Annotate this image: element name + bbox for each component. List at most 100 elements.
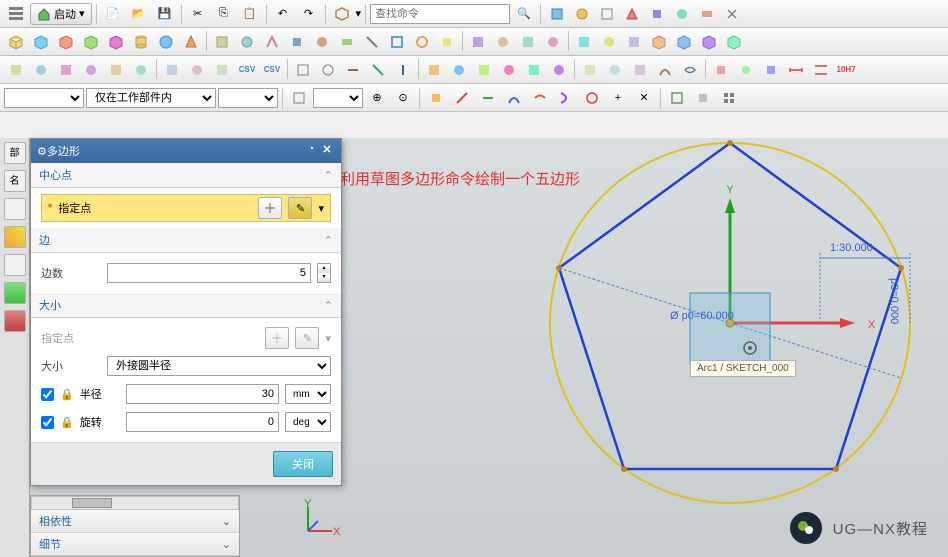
- section-center[interactable]: 中心点 ⌃: [31, 163, 341, 188]
- csv-icon[interactable]: CSV: [235, 59, 259, 81]
- tool-icon[interactable]: [4, 59, 28, 81]
- cube-icon[interactable]: [79, 31, 103, 53]
- search-icon[interactable]: 🔍: [512, 3, 536, 25]
- tool-icon[interactable]: [665, 87, 689, 109]
- tool-icon[interactable]: [570, 3, 594, 25]
- dependency-panel[interactable]: 相依性 ⌄: [31, 510, 239, 533]
- command-search[interactable]: [370, 4, 510, 24]
- tool-icon[interactable]: [424, 87, 448, 109]
- size-mode-select[interactable]: 外接圆半径: [107, 356, 331, 376]
- line-icon[interactable]: [450, 87, 474, 109]
- cube-icon[interactable]: [29, 31, 53, 53]
- arc-icon[interactable]: [502, 87, 526, 109]
- cut-icon[interactable]: ✂: [186, 3, 210, 25]
- tool-icon[interactable]: [620, 3, 644, 25]
- tool-icon[interactable]: [79, 59, 103, 81]
- cube-icon[interactable]: [647, 31, 671, 53]
- tool-icon[interactable]: [310, 31, 334, 53]
- arc-icon[interactable]: [528, 87, 552, 109]
- tool-icon[interactable]: [366, 59, 390, 81]
- new-icon[interactable]: 📄: [101, 3, 125, 25]
- undo-icon[interactable]: ↶: [271, 3, 295, 25]
- tool-icon[interactable]: [578, 59, 602, 81]
- tool-icon[interactable]: [235, 31, 259, 53]
- tool-icon[interactable]: [335, 31, 359, 53]
- tool-icon[interactable]: [129, 59, 153, 81]
- circle-icon[interactable]: [580, 87, 604, 109]
- paste-icon[interactable]: 📋: [238, 3, 262, 25]
- tool-icon[interactable]: [695, 3, 719, 25]
- side-tab[interactable]: [4, 282, 26, 304]
- tool-icon[interactable]: [522, 59, 546, 81]
- tool-icon[interactable]: [287, 87, 311, 109]
- tool-icon[interactable]: [717, 87, 741, 109]
- cylinder-icon[interactable]: [129, 31, 153, 53]
- tool-icon[interactable]: [54, 59, 78, 81]
- tool-icon[interactable]: [435, 31, 459, 53]
- scope-dropdown[interactable]: 仅在工作部件内: [86, 88, 216, 108]
- tool-icon[interactable]: ⊕: [365, 87, 389, 109]
- tool-icon[interactable]: [653, 59, 677, 81]
- cube-icon[interactable]: [4, 31, 28, 53]
- tool-icon[interactable]: [29, 59, 53, 81]
- tool-icon[interactable]: [447, 59, 471, 81]
- filter-dropdown-2[interactable]: [218, 88, 278, 108]
- tool-icon[interactable]: [391, 59, 415, 81]
- rotation-input[interactable]: [126, 412, 279, 432]
- chevron-down-icon[interactable]: ▾: [318, 202, 324, 215]
- sphere-icon[interactable]: [154, 31, 178, 53]
- rotation-unit[interactable]: deg: [285, 412, 331, 432]
- arc-icon[interactable]: [554, 87, 578, 109]
- wand-button[interactable]: ✎: [288, 197, 312, 219]
- dialog-titlebar[interactable]: ⚙ 多边形 ◔ ✕: [31, 139, 341, 163]
- tool-icon[interactable]: [759, 59, 783, 81]
- menu-icon[interactable]: [4, 3, 28, 25]
- tool-icon[interactable]: [678, 59, 702, 81]
- rotation-checkbox[interactable]: [41, 416, 54, 429]
- dim-icon[interactable]: [784, 59, 808, 81]
- cube-icon[interactable]: [722, 31, 746, 53]
- details-panel[interactable]: 细节 ⌄: [31, 533, 239, 556]
- side-tab-name[interactable]: 名: [4, 170, 26, 192]
- tool-icon[interactable]: [603, 59, 627, 81]
- tool-icon[interactable]: [291, 59, 315, 81]
- line-icon[interactable]: [476, 87, 500, 109]
- tool-icon[interactable]: [491, 31, 515, 53]
- tool-icon[interactable]: [160, 59, 184, 81]
- tool-icon[interactable]: [260, 31, 284, 53]
- tool-icon[interactable]: [597, 31, 621, 53]
- tool-icon[interactable]: [210, 31, 234, 53]
- tool-icon[interactable]: [185, 59, 209, 81]
- hexagon-icon[interactable]: [330, 3, 354, 25]
- filter-dropdown-1[interactable]: [4, 88, 84, 108]
- dim-icon[interactable]: [809, 59, 833, 81]
- filter-dropdown-3[interactable]: [313, 88, 363, 108]
- cone-icon[interactable]: [179, 31, 203, 53]
- tool-icon[interactable]: [670, 3, 694, 25]
- tool-icon[interactable]: [360, 31, 384, 53]
- sides-input[interactable]: [107, 263, 311, 283]
- side-tab-part[interactable]: 部: [4, 142, 26, 164]
- tool-icon[interactable]: [516, 31, 540, 53]
- tool-icon[interactable]: [497, 59, 521, 81]
- tool-icon[interactable]: [622, 31, 646, 53]
- horizontal-scrollbar[interactable]: [31, 496, 239, 510]
- tool-icon[interactable]: [691, 87, 715, 109]
- tool-icon[interactable]: [466, 31, 490, 53]
- tool-icon[interactable]: [472, 59, 496, 81]
- tool-icon[interactable]: [645, 3, 669, 25]
- text-icon[interactable]: 10H7: [834, 59, 858, 81]
- tool-icon[interactable]: ⊙: [391, 87, 415, 109]
- cube-icon[interactable]: [697, 31, 721, 53]
- section-sides[interactable]: 边 ⌃: [31, 228, 341, 253]
- tool-icon[interactable]: [709, 59, 733, 81]
- sides-spinner[interactable]: ▴▾: [317, 263, 331, 283]
- point-picker-button[interactable]: [258, 197, 282, 219]
- radius-unit[interactable]: mm: [285, 384, 331, 404]
- tool-icon[interactable]: [316, 59, 340, 81]
- csv-icon[interactable]: CSV: [260, 59, 284, 81]
- close-icon[interactable]: ✕: [319, 143, 335, 159]
- side-tab[interactable]: [4, 310, 26, 332]
- save-icon[interactable]: 💾: [153, 3, 177, 25]
- scroll-thumb[interactable]: [72, 498, 112, 508]
